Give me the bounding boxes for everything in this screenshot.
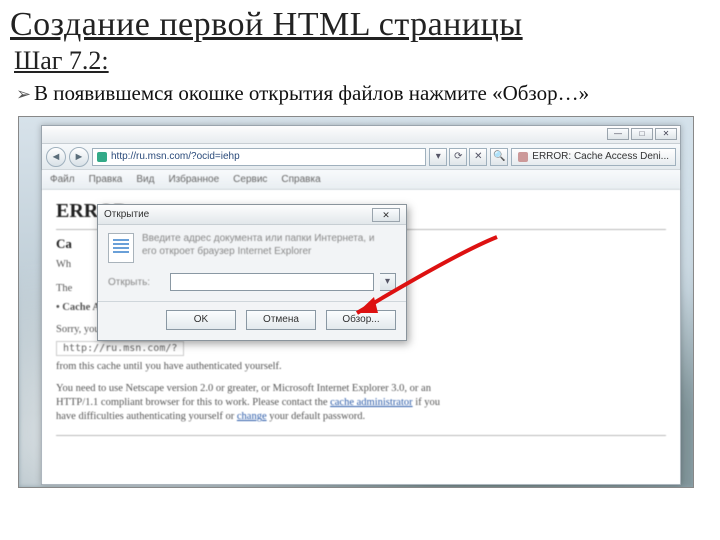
page-para-b-tail: if you	[415, 397, 440, 408]
menu-edit[interactable]: Правка	[89, 174, 123, 185]
slide-body-text: В появившемся окошке открытия файлов наж…	[34, 81, 589, 105]
open-dropdown-button[interactable]: ▾	[380, 273, 396, 291]
browse-button[interactable]: Обзор...	[326, 310, 396, 330]
bullet-arrow-icon: ➢	[16, 83, 31, 106]
dialog-title-text: Открытие	[104, 209, 149, 220]
menu-view[interactable]: Вид	[136, 174, 154, 185]
open-label: Открыть:	[108, 277, 164, 288]
page-cache-line: from this cache until you have authentic…	[56, 360, 666, 374]
screenshot-frame: — □ ✕ ◄ ► http://ru.msn.com/?ocid=iehp ▾…	[18, 116, 694, 488]
tab-error[interactable]: ERROR: Cache Access Deni...	[511, 148, 676, 166]
dialog-desc-line1: Введите адрес документа или папки Интерн…	[142, 233, 374, 246]
menu-file[interactable]: Файл	[50, 174, 75, 185]
favicon-icon	[97, 152, 107, 162]
window-minimize-button[interactable]: —	[607, 128, 629, 140]
dialog-description: Введите адрес документа или папки Интерн…	[142, 233, 374, 258]
back-button[interactable]: ◄	[46, 147, 66, 167]
step-label: Шаг 7.2:	[0, 44, 720, 80]
slide-body: ➢ В появившемся окошке открытия файлов н…	[0, 80, 720, 106]
slide-title: Создание первой HTML страницы	[0, 0, 720, 44]
search-button[interactable]: 🔍	[490, 148, 508, 166]
change-link[interactable]: change	[237, 411, 267, 422]
page-para-c: have difficulties authenticating yoursel…	[56, 411, 237, 422]
cache-admin-link[interactable]: cache administrator	[330, 397, 413, 408]
dialog-desc-line2: его откроет браузер Internet Explorer	[142, 246, 374, 259]
tab-title-text: ERROR: Cache Access Deni...	[532, 151, 669, 162]
nav-toolbar: ◄ ► http://ru.msn.com/?ocid=iehp ▾ ⟳ ✕ 🔍…	[42, 144, 680, 170]
window-titlebar: — □ ✕	[42, 126, 680, 144]
refresh-button[interactable]: ⟳	[449, 148, 467, 166]
dialog-close-button[interactable]: ✕	[372, 208, 400, 222]
window-maximize-button[interactable]: □	[631, 128, 653, 140]
address-dropdown-button[interactable]: ▾	[429, 148, 447, 166]
stop-button[interactable]: ✕	[469, 148, 487, 166]
page-para-b: HTTP/1.1 compliant browser for this to w…	[56, 397, 330, 408]
address-text: http://ru.msn.com/?ocid=iehp	[111, 151, 240, 162]
menu-help[interactable]: Справка	[281, 174, 320, 185]
menu-fav[interactable]: Избранное	[168, 174, 219, 185]
tab-favicon-icon	[518, 152, 528, 162]
dialog-titlebar: Открытие ✕	[98, 205, 406, 225]
open-input[interactable]	[170, 273, 374, 291]
cancel-button[interactable]: Отмена	[246, 310, 316, 330]
menu-tools[interactable]: Сервис	[233, 174, 267, 185]
page-para-c-tail: your default password.	[269, 411, 365, 422]
browser-window: — □ ✕ ◄ ► http://ru.msn.com/?ocid=iehp ▾…	[41, 125, 681, 485]
page-para-a: You need to use Netscape version 2.0 or …	[56, 383, 431, 394]
page-line-the: The	[56, 283, 72, 294]
menu-bar: Файл Правка Вид Избранное Сервис Справка	[42, 170, 680, 190]
window-close-button[interactable]: ✕	[655, 128, 677, 140]
document-icon	[108, 233, 134, 263]
forward-button[interactable]: ►	[69, 147, 89, 167]
page-url-box: http://ru.msn.com/?	[56, 341, 184, 356]
open-dialog: Открытие ✕ Введите адрес документа или п…	[97, 204, 407, 341]
address-bar[interactable]: http://ru.msn.com/?ocid=iehp	[92, 148, 426, 166]
ok-button[interactable]: OK	[166, 310, 236, 330]
